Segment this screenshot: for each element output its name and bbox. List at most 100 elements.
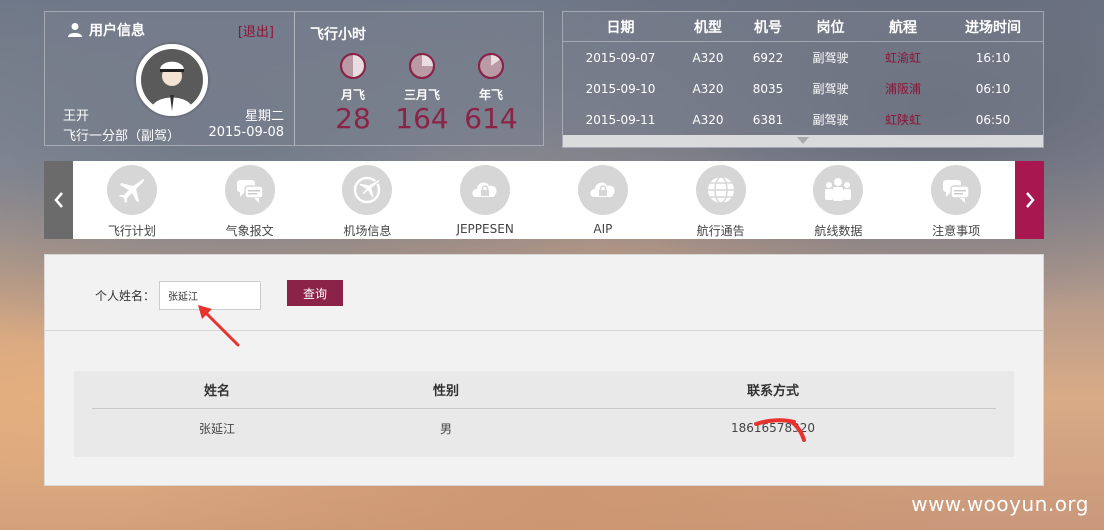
schedule-cell: 2015-09-07 [585, 50, 656, 65]
carousel-next-button[interactable] [1015, 161, 1044, 239]
user-info-box: 用户信息 [退出] 王开 星期二 飞行一分部（副驾） 2015-09-08 [45, 12, 295, 145]
nav-item-weather[interactable]: 气象报文 [200, 165, 300, 239]
schedule-cell: 2015-09-11 [585, 112, 656, 127]
schedule-cell: 副驾驶 [812, 51, 849, 65]
hours-yearly: 年飞 614 [461, 52, 521, 135]
hours-label: 年飞 [478, 88, 503, 102]
schedule-cell: 6922 [752, 50, 784, 65]
cloud-lock-icon [577, 165, 628, 215]
chat-icon [931, 165, 982, 215]
schedule-scroll-down[interactable] [563, 135, 1043, 147]
schedule-row[interactable]: 2015-09-10 A320 8035 副驾驶 浦阪浦 06:10 [563, 73, 1043, 104]
schedule-cell: A320 [692, 50, 724, 65]
people-icon [813, 165, 864, 215]
pie-chart-icon [340, 53, 366, 79]
hours-three-month: 三月飞 164 [392, 52, 452, 135]
schedule-header-cell: 机号 [754, 19, 782, 36]
schedule-cell: A320 [692, 81, 724, 96]
pie-chart-icon [409, 53, 435, 79]
airplane-icon [106, 165, 157, 215]
hours-monthly: 月飞 28 [323, 52, 383, 135]
pilot-avatar-icon [141, 49, 203, 111]
schedule-header-cell: 航程 [889, 19, 917, 36]
nav-item-notam[interactable]: 航行通告 [671, 165, 771, 239]
nav-label: 机场信息 [343, 224, 392, 238]
schedule-route-link[interactable]: 虹渝虹 [863, 49, 943, 66]
carousel-prev-button[interactable] [44, 161, 73, 239]
schedule-cell: A320 [692, 112, 724, 127]
result-contact: 18616578320 [731, 421, 815, 435]
schedule-header-cell: 机型 [694, 19, 722, 36]
nav-label: 飞行计划 [107, 224, 156, 238]
pie-chart-icon [478, 53, 504, 79]
nav-label: 航行通告 [696, 224, 745, 238]
nav-label: AIP [593, 222, 613, 236]
chevron-left-icon [53, 192, 63, 208]
nav-item-airport-info[interactable]: 机场信息 [317, 165, 417, 239]
current-date: 2015-09-08 [208, 125, 284, 140]
user-icon [68, 23, 82, 37]
nav-label: 航线数据 [814, 224, 863, 238]
user-info-title-text: 用户信息 [89, 23, 145, 39]
triangle-down-icon [797, 137, 809, 144]
schedule-row[interactable]: 2015-09-07 A320 6922 副驾驶 虹渝虹 16:10 [563, 42, 1043, 73]
schedule-cell: 2015-09-10 [585, 81, 656, 96]
avatar [136, 44, 208, 116]
result-header-cell: 性别 [432, 384, 459, 399]
divider [45, 330, 1043, 331]
chat-icon [224, 165, 275, 215]
result-header-cell: 联系方式 [746, 384, 799, 399]
weekday: 星期二 [244, 109, 284, 124]
hours-value: 28 [335, 102, 371, 135]
globe-plane-icon [342, 165, 393, 215]
user-hours-panel: 用户信息 [退出] 王开 星期二 飞行一分部（副驾） 2015-09-08 飞行… [44, 11, 544, 146]
nav-item-notes[interactable]: 注意事项 [906, 165, 1006, 239]
flight-schedule-table: 日期 机型 机号 岗位 航程 进场时间 2015-09-07 A320 6922… [562, 11, 1044, 148]
name-field-label: 个人姓名： [95, 289, 156, 303]
schedule-header-cell: 岗位 [816, 19, 845, 36]
watermark: www.wooyun.org [911, 492, 1089, 516]
cloud-lock-icon [460, 165, 511, 215]
user-name: 王开 [63, 109, 90, 124]
department: 飞行一分部（副驾） [63, 129, 181, 144]
schedule-cell: 副驾驶 [812, 82, 849, 96]
schedule-route-link[interactable]: 虹陕虹 [863, 111, 943, 128]
hours-label: 三月飞 [403, 88, 440, 102]
schedule-cell: 8035 [752, 81, 784, 96]
result-name: 张延江 [198, 421, 235, 436]
result-header-cell: 姓名 [203, 384, 230, 399]
result-gender: 男 [439, 421, 452, 436]
result-header: 姓名 性别 联系方式 [92, 371, 996, 409]
schedule-cell: 16:10 [975, 50, 1011, 65]
logout-link[interactable]: [退出] [238, 21, 274, 40]
nav-item-route-data[interactable]: 航线数据 [788, 165, 888, 239]
user-info-title: 用户信息 [67, 20, 145, 40]
globe-icon [695, 165, 746, 215]
nav-item-aip[interactable]: AIP [553, 165, 653, 239]
schedule-route-link[interactable]: 浦阪浦 [863, 80, 943, 97]
query-button[interactable]: 查询 [287, 280, 343, 306]
chevron-right-icon [1025, 192, 1035, 208]
flight-hours-title: 飞行小时 [310, 27, 366, 43]
hours-value: 164 [395, 102, 449, 135]
nav-label: 注意事项 [932, 224, 981, 238]
module-carousel: 飞行计划 气象报文 机场信息 JEPPESEN AIP 航行通告 航线数据 注意… [44, 161, 1044, 239]
nav-item-flight-plan[interactable]: 飞行计划 [82, 165, 182, 239]
name-search-input[interactable] [159, 281, 262, 310]
result-row: 张延江 男 18616578320 [92, 409, 996, 447]
nav-item-jeppesen[interactable]: JEPPESEN [435, 165, 535, 239]
personnel-search-panel: 个人姓名： 查询 姓名 性别 联系方式 张延江 男 18616578320 [44, 254, 1044, 486]
nav-label: 气象报文 [225, 224, 274, 238]
schedule-header: 日期 机型 机号 岗位 航程 进场时间 [563, 12, 1043, 42]
hours-value: 614 [464, 102, 518, 135]
schedule-cell: 6381 [752, 112, 784, 127]
schedule-cell: 06:50 [975, 112, 1011, 127]
schedule-header-cell: 进场时间 [965, 19, 1021, 36]
hours-label: 月飞 [340, 88, 365, 102]
flight-hours-box: 飞行小时 月飞 28 三月飞 164 年飞 614 [295, 12, 543, 145]
schedule-header-cell: 日期 [606, 19, 635, 36]
schedule-row[interactable]: 2015-09-11 A320 6381 副驾驶 虹陕虹 06:50 [563, 104, 1043, 135]
schedule-cell: 06:10 [975, 81, 1011, 96]
result-table: 姓名 性别 联系方式 张延江 男 18616578320 [74, 371, 1014, 457]
nav-label: JEPPESEN [456, 222, 514, 236]
